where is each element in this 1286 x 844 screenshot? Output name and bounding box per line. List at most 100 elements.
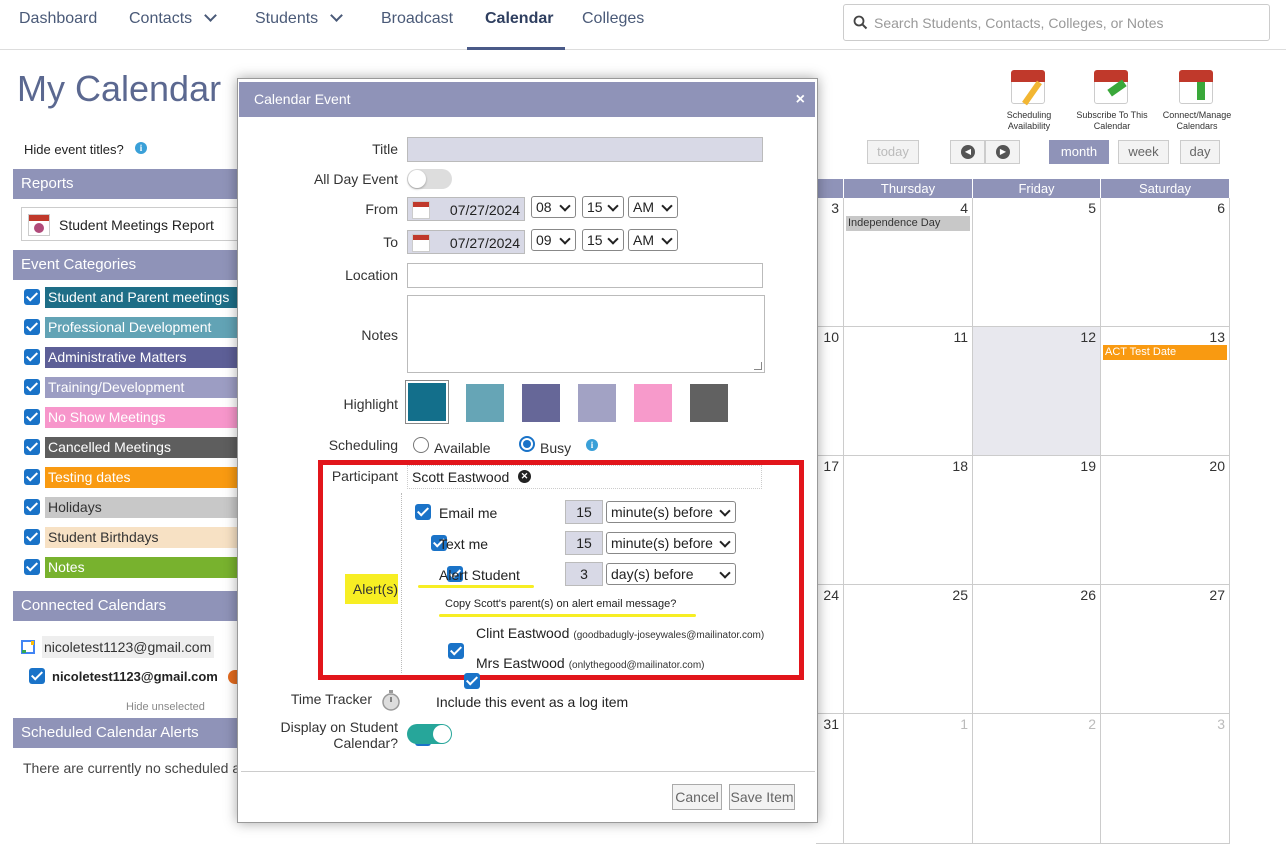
category-item[interactable]: Holidays <box>24 497 238 519</box>
next-button[interactable]: ▶ <box>985 140 1020 164</box>
alert-checkbox[interactable] <box>415 504 431 520</box>
calendar-day-cell[interactable]: 24 <box>816 585 844 714</box>
calendar-day-cell[interactable]: 12 <box>973 327 1101 456</box>
highlight-swatch[interactable] <box>405 380 449 424</box>
category-item[interactable]: Training/Development <box>24 377 238 399</box>
alert-amount-input[interactable]: 15 <box>565 500 603 524</box>
category-item[interactable]: Professional Development <box>24 317 238 339</box>
connect-calendars-button[interactable]: Connect/Manage Calendars <box>1157 66 1237 132</box>
remove-participant-icon[interactable]: ✕ <box>518 470 531 483</box>
calendar-day-cell[interactable]: 25 <box>844 585 973 714</box>
category-checkbox[interactable] <box>24 409 40 425</box>
subscribe-calendar-button[interactable]: Subscribe To This Calendar <box>1072 66 1152 132</box>
to-hour-select[interactable]: 09 <box>531 229 576 251</box>
calendar-day-cell[interactable]: 31 <box>816 714 844 844</box>
from-hour-select[interactable]: 08 <box>531 196 576 218</box>
alert-amount-input[interactable]: 3 <box>565 562 603 586</box>
calendar-day-cell[interactable]: 4 Independence Day <box>844 198 973 327</box>
calendar-day-cell[interactable]: 19 <box>973 456 1101 585</box>
alert-unit-select[interactable]: day(s) before <box>606 563 736 585</box>
calendar-day-cell[interactable]: 20 <box>1101 456 1230 585</box>
calendar-day-cell[interactable]: 3 <box>816 198 844 327</box>
category-checkbox[interactable] <box>24 499 40 515</box>
highlight-swatch[interactable] <box>634 384 672 422</box>
parent-checkbox[interactable] <box>464 673 480 689</box>
info-icon[interactable]: i <box>135 142 147 154</box>
connected-calendar-checkbox[interactable] <box>29 668 45 684</box>
notes-textarea[interactable] <box>407 295 765 373</box>
participant-field[interactable]: Scott Eastwood ✕ <box>407 465 762 489</box>
category-checkbox[interactable] <box>24 379 40 395</box>
category-item[interactable]: Student Birthdays <box>24 527 238 549</box>
alert-unit-select[interactable]: minute(s) before <box>606 501 736 523</box>
calendar-day-cell[interactable]: 18 <box>844 456 973 585</box>
highlight-swatch[interactable] <box>466 384 504 422</box>
to-date-input[interactable]: 07/27/2024 <box>407 230 525 254</box>
category-item[interactable]: Administrative Matters <box>24 347 238 369</box>
highlight-swatch[interactable] <box>578 384 616 422</box>
parent-checkbox[interactable] <box>448 643 464 659</box>
day-view-button[interactable]: day <box>1180 140 1220 164</box>
today-button[interactable]: today <box>867 140 919 164</box>
from-minute-select[interactable]: 15 <box>582 196 624 218</box>
location-input[interactable] <box>407 263 763 288</box>
category-item[interactable]: Student and Parent meetings <box>24 287 238 309</box>
prev-button[interactable]: ◀ <box>950 140 985 164</box>
display-on-toggle[interactable] <box>407 724 452 744</box>
highlight-swatch[interactable] <box>690 384 728 422</box>
calendar-day-cell[interactable]: 10 <box>816 327 844 456</box>
category-item[interactable]: Notes <box>24 557 238 579</box>
save-item-button[interactable]: Save Item <box>729 784 795 810</box>
category-checkbox[interactable] <box>24 289 40 305</box>
month-view-button[interactable]: month <box>1049 140 1109 164</box>
nav-dashboard[interactable]: Dashboard <box>19 0 97 50</box>
calendar-day-cell[interactable]: 11 <box>844 327 973 456</box>
scheduling-availability-button[interactable]: Scheduling Availability <box>989 66 1069 132</box>
week-view-button[interactable]: week <box>1118 140 1169 164</box>
calendar-day-cell[interactable]: 6 <box>1101 198 1230 327</box>
category-item[interactable]: Cancelled Meetings <box>24 437 238 459</box>
calendar-day-cell[interactable]: 2 <box>973 714 1101 844</box>
calendar-day-cell[interactable]: 5 <box>973 198 1101 327</box>
cancel-button[interactable]: Cancel <box>672 784 722 810</box>
category-item[interactable]: Testing dates <box>24 467 238 489</box>
available-radio[interactable] <box>413 437 429 453</box>
nav-broadcast[interactable]: Broadcast <box>381 0 453 50</box>
calendar-day-cell[interactable]: 3 <box>1101 714 1230 844</box>
nav-contacts[interactable]: Contacts <box>129 0 218 50</box>
calendar-day-cell[interactable]: 1 <box>844 714 973 844</box>
event-act-test-date[interactable]: ACT Test Date <box>1103 345 1227 360</box>
hide-unselected-link[interactable]: Hide unselected <box>126 701 205 713</box>
category-checkbox[interactable] <box>24 529 40 545</box>
event-independence-day[interactable]: Independence Day <box>846 216 970 231</box>
to-minute-select[interactable]: 15 <box>582 229 624 251</box>
to-ampm-select[interactable]: AM <box>628 229 678 251</box>
nav-students[interactable]: Students <box>255 0 344 50</box>
calendar-day-cell[interactable]: 27 <box>1101 585 1230 714</box>
category-checkbox[interactable] <box>24 349 40 365</box>
search-input[interactable] <box>874 13 1254 33</box>
highlight-swatch[interactable] <box>522 384 560 422</box>
hide-titles-label[interactable]: Hide event titles? <box>24 142 124 157</box>
calendar-day-cell[interactable]: 26 <box>973 585 1101 714</box>
calendar-day-cell[interactable]: 13 ACT Test Date <box>1101 327 1230 456</box>
from-date-input[interactable]: 07/27/2024 <box>407 197 525 221</box>
category-item[interactable]: No Show Meetings <box>24 407 238 429</box>
category-checkbox[interactable] <box>24 439 40 455</box>
category-checkbox[interactable] <box>24 319 40 335</box>
student-meetings-report[interactable]: Student Meetings Report <box>21 207 238 241</box>
calendar-day-cell[interactable]: 17 <box>816 456 844 585</box>
close-icon[interactable]: × <box>796 82 805 117</box>
resize-handle-icon[interactable] <box>754 362 762 370</box>
category-checkbox[interactable] <box>24 469 40 485</box>
nav-calendar[interactable]: Calendar <box>467 0 565 50</box>
all-day-toggle[interactable] <box>407 169 452 189</box>
from-ampm-select[interactable]: AM <box>628 196 678 218</box>
category-checkbox[interactable] <box>24 559 40 575</box>
alert-amount-input[interactable]: 15 <box>565 531 603 555</box>
busy-radio[interactable] <box>519 436 535 452</box>
alert-unit-select[interactable]: minute(s) before <box>606 532 736 554</box>
title-input[interactable] <box>407 137 763 162</box>
info-icon[interactable]: i <box>586 439 598 451</box>
nav-colleges[interactable]: Colleges <box>582 0 644 50</box>
